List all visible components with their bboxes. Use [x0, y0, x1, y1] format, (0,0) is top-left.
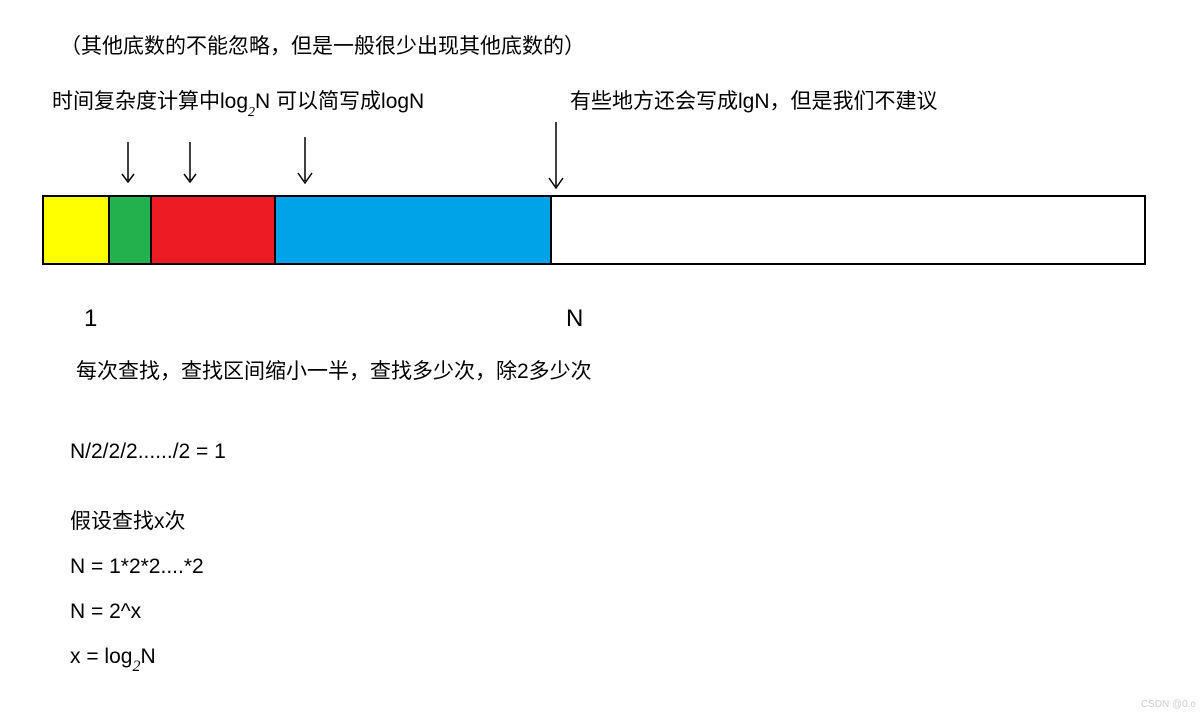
segment-yellow: [44, 197, 110, 263]
explanation-line: 每次查找，查找区间缩小一半，查找多少次，除2多少次: [76, 355, 592, 385]
segment-blue: [276, 197, 552, 263]
arrow-4: [546, 120, 566, 195]
label-one: 1: [84, 305, 97, 333]
note-line-2-right: 有些地方还会写成lgN，但是我们不建议: [570, 85, 938, 115]
note-line-2-left: 时间复杂度计算中log2N 可以简写成logN: [52, 85, 424, 115]
equation-3: N = 2^x: [70, 600, 141, 624]
note-line-1: （其他底数的不能忽略，但是一般很少出现其他底数的）: [60, 30, 585, 60]
line2-part-b: N 可以简写成logN: [255, 90, 424, 113]
equation-2: N = 1*2*2....*2: [70, 555, 204, 579]
arrow-2: [180, 140, 200, 188]
segment-red: [152, 197, 276, 263]
eq4-part-a: x = log: [70, 645, 132, 668]
arrow-3: [295, 135, 315, 190]
eq4-part-b: N: [140, 645, 155, 668]
assume-line: 假设查找x次: [70, 505, 186, 535]
watermark: CSDN @0.o: [1141, 699, 1196, 710]
binary-search-bar: [42, 195, 1146, 265]
arrow-1: [118, 140, 138, 188]
segment-white: [552, 197, 1144, 263]
equation-4: x = log2N: [70, 645, 156, 669]
line2-part-a: 时间复杂度计算中log: [52, 90, 248, 113]
subscript-2-top: 2: [248, 105, 255, 120]
subscript-2-bottom: 2: [132, 658, 140, 675]
equation-1: N/2/2/2....../2 = 1: [70, 440, 226, 464]
label-n: N: [566, 305, 583, 333]
segment-green: [110, 197, 152, 263]
